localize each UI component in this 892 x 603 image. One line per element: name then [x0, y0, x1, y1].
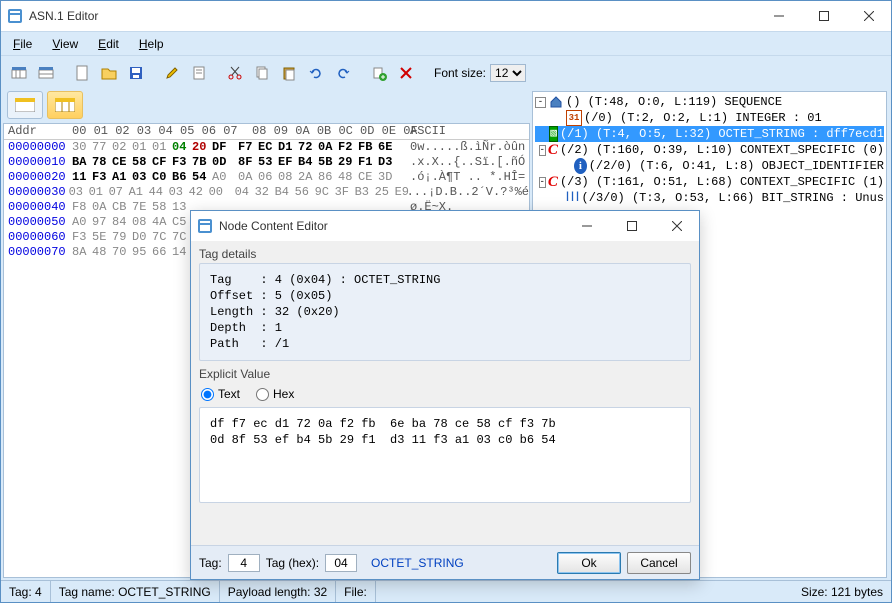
status-payload: Payload length: 32 — [220, 581, 336, 602]
edit-button[interactable] — [160, 61, 184, 85]
tree-node[interactable]: -C(/3) (T:161, O:51, L:68) CONTEXT_SPECI… — [535, 174, 884, 190]
tag-label: Tag: — [199, 556, 222, 570]
menu-edit[interactable]: Edit — [90, 35, 127, 53]
tree-info-icon: i — [574, 158, 587, 174]
radio-hex[interactable]: Hex — [256, 387, 294, 401]
tree-node[interactable]: -C(/2) (T:160, O:39, L:10) CONTEXT_SPECI… — [535, 142, 884, 158]
tree-bits-icon: ||| — [565, 190, 580, 206]
app-icon — [7, 8, 23, 24]
hex-row[interactable]: 0000002011F3A103C0B654A0 0A06082A8648CE3… — [4, 170, 529, 185]
status-size: Size: 121 bytes — [793, 581, 891, 602]
toolbar-grid2-button[interactable] — [34, 61, 58, 85]
maximize-button[interactable] — [801, 1, 846, 31]
font-size-select[interactable]: 12 — [490, 64, 526, 82]
main-title: ASN.1 Editor — [29, 9, 756, 23]
tag-input[interactable] — [228, 554, 260, 572]
tree-toggle[interactable]: - — [539, 145, 546, 156]
save-button[interactable] — [124, 61, 148, 85]
cut-button[interactable] — [223, 61, 247, 85]
modal-title: Node Content Editor — [219, 219, 564, 233]
insert-button[interactable] — [367, 61, 391, 85]
taghex-label: Tag (hex): — [266, 556, 319, 570]
value-format-radios: Text Hex — [201, 387, 689, 401]
tree-node-label: () (T:48, O:0, L:119) SEQUENCE — [566, 94, 782, 110]
modal-minimize-button[interactable] — [564, 211, 609, 241]
tag-details-header: Tag details — [199, 247, 691, 261]
menubar: File View Edit Help — [1, 31, 891, 55]
tree-node[interactable]: - () (T:48, O:0, L:119) SEQUENCE — [535, 94, 884, 110]
open-button[interactable] — [97, 61, 121, 85]
menu-help[interactable]: Help — [131, 35, 172, 53]
node-content-editor-dialog: Node Content Editor Tag details Tag : 4 … — [190, 210, 700, 580]
close-button[interactable] — [846, 1, 891, 31]
tree-node[interactable]: i(/2/0) (T:6, O:41, L:8) OBJECT_IDENTIFI… — [535, 158, 884, 174]
hex-view2-button[interactable] — [47, 91, 83, 119]
copy-button[interactable] — [250, 61, 274, 85]
hex-view1-button[interactable] — [7, 91, 43, 119]
delete-button[interactable] — [394, 61, 418, 85]
status-file: File: — [336, 581, 376, 602]
tag-details-box: Tag : 4 (0x04) : OCTET_STRING Offset : 5… — [199, 263, 691, 361]
tree-home-icon — [548, 94, 564, 110]
notes-button[interactable] — [187, 61, 211, 85]
hex-header: Addr 00 01 02 03 04 05 06 07 08 09 0A 0B… — [4, 124, 529, 140]
toolbar: Font size: 12 — [1, 55, 891, 89]
hex-row[interactable]: 0000000030770201010420DF F7ECD1720AF2FB6… — [4, 140, 529, 155]
main-titlebar: ASN.1 Editor — [1, 1, 891, 31]
tree-node-label: (/3/0) (T:3, O:53, L:66) BIT_STRING : Un… — [582, 190, 884, 206]
modal-close-button[interactable] — [654, 211, 699, 241]
minimize-button[interactable] — [756, 1, 801, 31]
tree-node[interactable]: |||(/3/0) (T:3, O:53, L:66) BIT_STRING :… — [535, 190, 884, 206]
tree-toggle[interactable]: - — [539, 177, 546, 188]
ok-button[interactable]: Ok — [557, 552, 621, 574]
hex-row[interactable]: 00000030030107A144034200 0432B4569C3FB32… — [4, 185, 529, 200]
modal-body: Tag details Tag : 4 (0x04) : OCTET_STRIN… — [191, 247, 699, 503]
tree-node-label: (/2) (T:160, O:39, L:10) CONTEXT_SPECIFI… — [560, 142, 884, 158]
font-size-control: Font size: 12 — [434, 64, 526, 82]
modal-maximize-button[interactable] — [609, 211, 654, 241]
tree-node-label: (/0) (T:2, O:2, L:1) INTEGER : 01 — [584, 110, 822, 126]
tag-typename: OCTET_STRING — [363, 556, 551, 570]
statusbar: Tag: 4 Tag name: OCTET_STRING Payload le… — [1, 580, 891, 602]
menu-file[interactable]: File — [5, 35, 40, 53]
undo-button[interactable] — [304, 61, 328, 85]
tree-node-label: (/2/0) (T:6, O:41, L:8) OBJECT_IDENTIFIE… — [589, 158, 884, 174]
tree-node[interactable]: 31(/0) (T:2, O:2, L:1) INTEGER : 01 — [535, 110, 884, 126]
radio-text[interactable]: Text — [201, 387, 240, 401]
status-tagname: Tag name: OCTET_STRING — [51, 581, 220, 602]
modal-titlebar: Node Content Editor — [191, 211, 699, 241]
explicit-value-box[interactable]: df f7 ec d1 72 0a f2 fb 6e ba 78 ce 58 c… — [199, 407, 691, 503]
tree-node-label: (/3) (T:161, O:51, L:68) CONTEXT_SPECIFI… — [560, 174, 884, 190]
modal-app-icon — [197, 218, 213, 234]
tree-node-label: (/1) (T:4, O:5, L:32) OCTET_STRING : dff… — [560, 126, 884, 142]
tree-C-icon: C — [548, 174, 558, 190]
modal-bottom-bar: Tag: Tag (hex): OCTET_STRING Ok Cancel — [191, 545, 699, 579]
cancel-button[interactable]: Cancel — [627, 552, 691, 574]
paste-button[interactable] — [277, 61, 301, 85]
font-size-label: Font size: — [434, 66, 486, 80]
redo-button[interactable] — [331, 61, 355, 85]
tree-green-icon: ▧ — [549, 126, 558, 142]
tree-toggle[interactable]: - — [535, 97, 546, 108]
explicit-value-header: Explicit Value — [199, 367, 691, 381]
menu-view[interactable]: View — [44, 35, 86, 53]
new-button[interactable] — [70, 61, 94, 85]
tree-31-icon: 31 — [566, 110, 582, 126]
tree-C-icon: C — [548, 142, 558, 158]
taghex-input[interactable] — [325, 554, 357, 572]
status-tag: Tag: 4 — [1, 581, 51, 602]
hex-row[interactable]: 00000010BA78CE58CFF37B0D 8F53EFB45B29F1D… — [4, 155, 529, 170]
toolbar-grid1-button[interactable] — [7, 61, 31, 85]
hex-subtoolbar — [1, 89, 532, 121]
tree-node[interactable]: ▧(/1) (T:4, O:5, L:32) OCTET_STRING : df… — [535, 126, 884, 142]
